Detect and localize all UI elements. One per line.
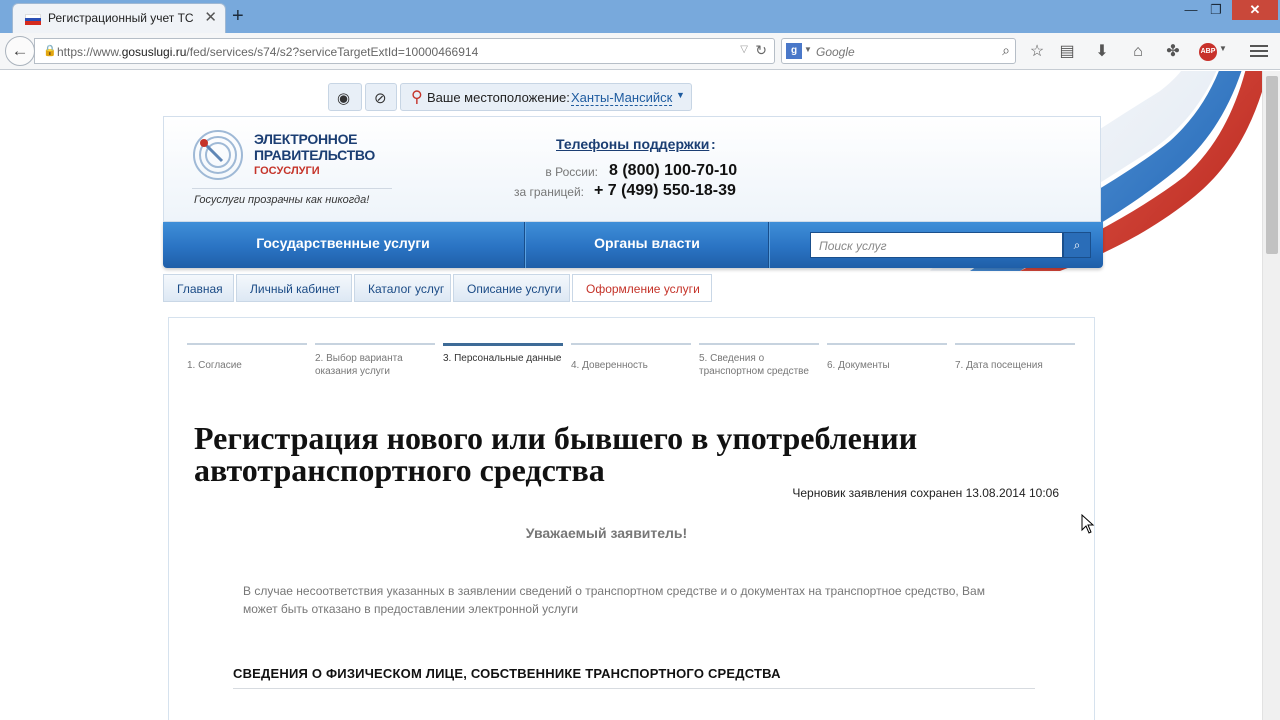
main-navigation: Государственные услуги Органы власти Пои… bbox=[163, 222, 1103, 268]
chevron-down-icon[interactable]: ▼ bbox=[676, 90, 685, 100]
address-bar[interactable]: 🔒 https://www.gosuslugi.ru/fed/services/… bbox=[34, 38, 775, 64]
breadcrumb-current: Оформление услуги bbox=[572, 274, 712, 302]
greeting-heading: Уважаемый заявитель! bbox=[525, 525, 688, 541]
step-3-current[interactable]: 3. Персональные данные bbox=[443, 343, 563, 365]
lock-icon[interactable]: 🔒 bbox=[43, 44, 57, 57]
step-4[interactable]: 4. Доверенность bbox=[571, 343, 691, 372]
step-progress-bar bbox=[187, 343, 307, 345]
google-icon[interactable]: g bbox=[786, 43, 802, 59]
bookmark-star-icon[interactable]: ☆ bbox=[1027, 42, 1047, 62]
step-progress-bar bbox=[315, 343, 435, 345]
service-search-button[interactable]: ⌕ bbox=[1063, 232, 1091, 258]
nav-gov-services[interactable]: Государственные услуги bbox=[163, 235, 523, 251]
service-form-panel: 1. Согласие 2. Выбор варианта оказания у… bbox=[168, 317, 1095, 720]
location-selector[interactable]: ⚲ Ваше местоположение: Ханты-Мансийск ▼ bbox=[400, 83, 692, 111]
support-phones-link[interactable]: Телефоны поддержки bbox=[556, 136, 709, 152]
bookmarks-list-icon[interactable]: ▤ bbox=[1057, 42, 1077, 62]
russia-flag-icon bbox=[25, 14, 41, 25]
search-engine-dropdown-icon[interactable]: ▼ bbox=[804, 45, 812, 54]
reload-icon[interactable]: ↻ bbox=[755, 42, 767, 59]
home-icon[interactable]: ⌂ bbox=[1128, 42, 1148, 62]
back-button[interactable]: ← bbox=[5, 36, 35, 66]
location-city-link[interactable]: Ханты-Мансийск bbox=[571, 90, 673, 106]
location-pin-icon: ⚲ bbox=[411, 89, 423, 106]
addon-icon[interactable]: ✤ bbox=[1163, 42, 1183, 62]
russia-phone-label: в России: bbox=[545, 165, 598, 179]
url-history-dropdown-icon[interactable]: ▽ bbox=[740, 44, 748, 55]
section-divider bbox=[233, 688, 1035, 689]
tab-title: Регистрационный учет ТС bbox=[48, 11, 194, 25]
mouse-cursor-icon bbox=[1081, 514, 1095, 534]
step-2[interactable]: 2. Выбор варианта оказания услуги bbox=[315, 343, 435, 378]
scrollbar-thumb[interactable] bbox=[1266, 76, 1278, 254]
section-title: СВЕДЕНИЯ О ФИЗИЧЕСКОМ ЛИЦЕ, СОБСТВЕННИКЕ… bbox=[233, 666, 781, 681]
browser-navbar: 🔒 https://www.gosuslugi.ru/fed/services/… bbox=[0, 33, 1280, 70]
draft-saved-status: Черновик заявления сохранен 13.08.2014 1… bbox=[792, 486, 1059, 500]
notice-text: В случае несоответствия указанных в заяв… bbox=[243, 584, 985, 616]
step-label: 4. Доверенность bbox=[571, 360, 648, 371]
gosuslugi-logo-icon[interactable] bbox=[192, 127, 248, 183]
step-5[interactable]: 5. Сведения о транспортном средстве bbox=[699, 343, 819, 378]
search-icon: ⌕ bbox=[1073, 238, 1081, 252]
step-label: 5. Сведения о транспортном средстве bbox=[699, 353, 809, 377]
logo-slogan: Госуслуги прозрачны как никогда! bbox=[194, 194, 370, 206]
minimize-button[interactable]: — bbox=[1180, 0, 1202, 20]
downloads-icon[interactable]: ⬇ bbox=[1092, 42, 1112, 62]
abroad-phone-number: + 7 (499) 550-18-39 bbox=[594, 182, 736, 199]
step-progress-bar bbox=[699, 343, 819, 345]
new-tab-button[interactable]: + bbox=[232, 4, 244, 28]
step-label: 2. Выбор варианта оказания услуги bbox=[315, 353, 403, 377]
logo-line-3[interactable]: ГОСУСЛУГИ bbox=[254, 164, 320, 178]
adblock-icon[interactable]: ABP bbox=[1199, 43, 1217, 61]
service-search-input[interactable]: Поиск услуг bbox=[810, 232, 1063, 258]
breadcrumb-cabinet[interactable]: Личный кабинет bbox=[236, 274, 352, 302]
adblock-dropdown-icon[interactable]: ▼ bbox=[1219, 44, 1227, 53]
breadcrumb-catalog[interactable]: Каталог услуг bbox=[354, 274, 451, 302]
breadcrumb-description[interactable]: Описание услуги bbox=[453, 274, 570, 302]
step-7[interactable]: 7. Дата посещения bbox=[955, 343, 1075, 372]
compass-button[interactable]: ⊘ bbox=[365, 83, 397, 111]
browser-search-input[interactable]: g ▼ Google ⌕ bbox=[781, 38, 1016, 64]
support-phones-colon: : bbox=[711, 136, 716, 152]
step-label: 3. Персональные данные bbox=[443, 353, 562, 364]
site-header: ЭЛЕКТРОННОЕ ПРАВИТЕЛЬСТВО ГОСУСЛУГИ Госу… bbox=[163, 116, 1101, 222]
logo-divider bbox=[192, 188, 392, 189]
step-progress-bar bbox=[571, 343, 691, 345]
tab-close-icon[interactable]: ✕ bbox=[204, 9, 217, 27]
step-progress-bar bbox=[955, 343, 1075, 345]
page-scrollbar[interactable] bbox=[1262, 71, 1280, 720]
page-title: Регистрация нового или бывшего в употреб… bbox=[194, 420, 918, 488]
accessibility-button[interactable]: ◉ bbox=[328, 83, 362, 111]
nav-divider bbox=[768, 222, 770, 268]
url-text[interactable]: https://www.gosuslugi.ru/fed/services/s7… bbox=[57, 45, 478, 59]
page-viewport: ◉ ⊘ ⚲ Ваше местоположение: Ханты-Мансийс… bbox=[0, 71, 1262, 720]
browser-titlebar: Регистрационный учет ТС ✕ + — ❐ ✕ bbox=[0, 0, 1280, 33]
eye-icon: ◉ bbox=[337, 90, 351, 107]
abroad-phone-label: за границей: bbox=[513, 185, 584, 199]
logo-line-2[interactable]: ПРАВИТЕЛЬСТВО bbox=[254, 147, 375, 163]
step-1[interactable]: 1. Согласие bbox=[187, 343, 307, 372]
compass-icon: ⊘ bbox=[374, 90, 387, 107]
menu-icon[interactable] bbox=[1250, 42, 1268, 60]
window-close-button[interactable]: ✕ bbox=[1232, 0, 1278, 20]
breadcrumb-home[interactable]: Главная bbox=[163, 274, 234, 302]
logo-line-1[interactable]: ЭЛЕКТРОННОЕ bbox=[254, 131, 358, 147]
step-label: 1. Согласие bbox=[187, 360, 242, 371]
step-label: 7. Дата посещения bbox=[955, 360, 1043, 371]
step-progress-bar bbox=[443, 343, 563, 346]
step-6[interactable]: 6. Документы bbox=[827, 343, 947, 372]
nav-divider bbox=[524, 222, 526, 268]
location-label: Ваше местоположение: bbox=[427, 90, 570, 105]
step-label: 6. Документы bbox=[827, 360, 890, 371]
browser-tab[interactable]: Регистрационный учет ТС ✕ bbox=[12, 3, 226, 33]
nav-authorities[interactable]: Органы власти bbox=[527, 235, 767, 251]
search-icon[interactable]: ⌕ bbox=[1002, 42, 1010, 59]
maximize-button[interactable]: ❐ bbox=[1205, 0, 1227, 20]
step-progress-bar bbox=[827, 343, 947, 345]
russia-phone-number: 8 (800) 100-70-10 bbox=[609, 162, 738, 179]
